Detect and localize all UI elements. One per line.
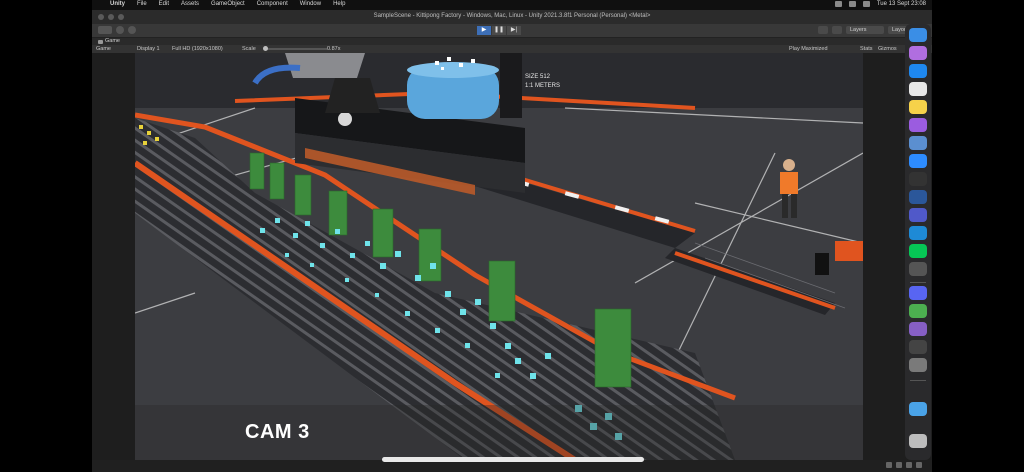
menu-file[interactable]: File <box>137 1 147 7</box>
stats-toggle[interactable]: Stats <box>860 46 873 52</box>
menu-assets[interactable]: Assets <box>181 1 199 7</box>
unity-icon[interactable] <box>909 340 927 354</box>
battery-icon[interactable] <box>848 1 856 7</box>
cube-stack-1 <box>249 152 265 190</box>
word-icon[interactable] <box>909 190 927 204</box>
unity-window: Unity File Edit Assets GameObject Compon… <box>92 0 932 472</box>
main-toolbar: ▶ ❚❚ ▶| Layers Layout <box>92 24 932 38</box>
pillar <box>500 53 522 118</box>
macos-menubar: Unity File Edit Assets GameObject Compon… <box>92 0 932 10</box>
game-view-controlbar: Game Display 1 Full HD (1920x1080) Scale… <box>92 45 932 53</box>
menu-edit[interactable]: Edit <box>159 1 169 7</box>
menu-app-name[interactable]: Unity <box>110 1 125 7</box>
menubar-clock[interactable]: Tue 13 Sept 23:08 <box>877 1 926 7</box>
app-store-icon[interactable] <box>909 64 927 78</box>
notes-icon[interactable] <box>909 100 927 114</box>
cube-stack-3 <box>294 174 312 216</box>
menu-help[interactable]: Help <box>333 1 345 7</box>
dock-separator-1 <box>910 282 926 283</box>
game-viewport[interactable]: SIZE 512 1:1 METERS CAM 3 <box>135 53 863 460</box>
trash-icon[interactable] <box>909 434 927 448</box>
scale-slider-handle[interactable] <box>263 46 268 51</box>
factory-scene: SIZE 512 1:1 METERS <box>135 53 863 460</box>
finder-icon[interactable] <box>909 28 927 42</box>
memory-icon[interactable] <box>916 462 922 468</box>
vscode-icon[interactable] <box>909 226 927 240</box>
cube-stack-7 <box>488 260 516 322</box>
tab-game-label: Game <box>105 38 120 44</box>
display-select[interactable]: Display 1 <box>137 46 160 52</box>
far-right-rail <box>835 241 863 261</box>
camera-label: CAM 3 <box>245 421 310 443</box>
visual-studio-icon[interactable] <box>909 322 927 336</box>
play-button[interactable]: ▶ <box>477 26 491 35</box>
step-button[interactable]: ▶| <box>507 26 521 35</box>
play-mode-select[interactable]: Play Maximized <box>789 46 828 52</box>
terminal-icon[interactable] <box>909 172 927 186</box>
cube-stack-6 <box>418 228 442 282</box>
teams-icon[interactable] <box>909 208 927 222</box>
cube-stack-8 <box>594 308 632 388</box>
cube-stack-4 <box>328 190 348 236</box>
search-icon[interactable] <box>832 26 842 34</box>
cube-stack-2 <box>269 162 285 200</box>
collab-icon[interactable] <box>128 26 136 34</box>
playmode-controls: ▶ ❚❚ ▶| <box>477 26 521 35</box>
unity-hub-icon[interactable] <box>909 262 927 276</box>
menu-gameobject[interactable]: GameObject <box>211 1 245 7</box>
floor-marking-meters: 1:1 METERS <box>525 83 560 89</box>
game-view-icon <box>98 39 103 44</box>
window-titlebar: SampleScene - Kittipong Factory - Window… <box>92 10 932 24</box>
console-icon[interactable] <box>886 462 892 468</box>
macos-dock <box>905 24 931 460</box>
launchpad-icon[interactable] <box>909 46 927 60</box>
gizmos-toggle[interactable]: Gizmos <box>878 46 897 52</box>
wifi-icon[interactable] <box>834 1 842 7</box>
zoom-icon[interactable] <box>909 154 927 168</box>
utorrent-icon[interactable] <box>909 304 927 318</box>
machine-logo <box>338 112 352 126</box>
tab-game[interactable]: Game <box>98 38 120 45</box>
discord-icon[interactable] <box>909 286 927 300</box>
scale-value: 0.87x <box>327 46 341 52</box>
account-button[interactable] <box>98 26 112 34</box>
debug-icon[interactable] <box>906 462 912 468</box>
layers-dropdown[interactable]: Layers <box>846 26 884 34</box>
system-prefs-icon[interactable] <box>909 358 927 372</box>
downloads-folder-icon[interactable] <box>909 402 927 416</box>
menu-window[interactable]: Window <box>300 1 321 7</box>
cloud-icon[interactable] <box>116 26 124 34</box>
game-tab-bar: Game <box>92 38 932 45</box>
window-title: SampleScene - Kittipong Factory - Window… <box>373 13 651 19</box>
control-center-icon[interactable] <box>862 1 870 7</box>
view-select[interactable]: Game <box>96 46 111 52</box>
tank-top <box>407 62 499 78</box>
davinci-icon[interactable] <box>909 136 927 150</box>
line-icon[interactable] <box>909 244 927 258</box>
floor-marking-size: SIZE 512 <box>525 74 551 80</box>
game-viewport-area: SIZE 512 1:1 METERS CAM 3 <box>92 53 932 460</box>
dark-crate <box>815 253 829 275</box>
resolution-select[interactable]: Full HD (1920x1080) <box>172 46 223 52</box>
progress-icon[interactable] <box>896 462 902 468</box>
dock-separator-2 <box>910 380 926 381</box>
chrome-icon[interactable] <box>909 82 927 96</box>
cube-stack-5 <box>372 208 394 258</box>
scale-slider-track[interactable] <box>267 48 327 50</box>
pause-button[interactable]: ❚❚ <box>492 26 506 35</box>
menu-component[interactable]: Component <box>257 1 288 7</box>
home-indicator <box>382 457 644 462</box>
affinity-icon[interactable] <box>909 118 927 132</box>
history-icon[interactable] <box>818 26 828 34</box>
scale-label: Scale <box>242 46 256 52</box>
